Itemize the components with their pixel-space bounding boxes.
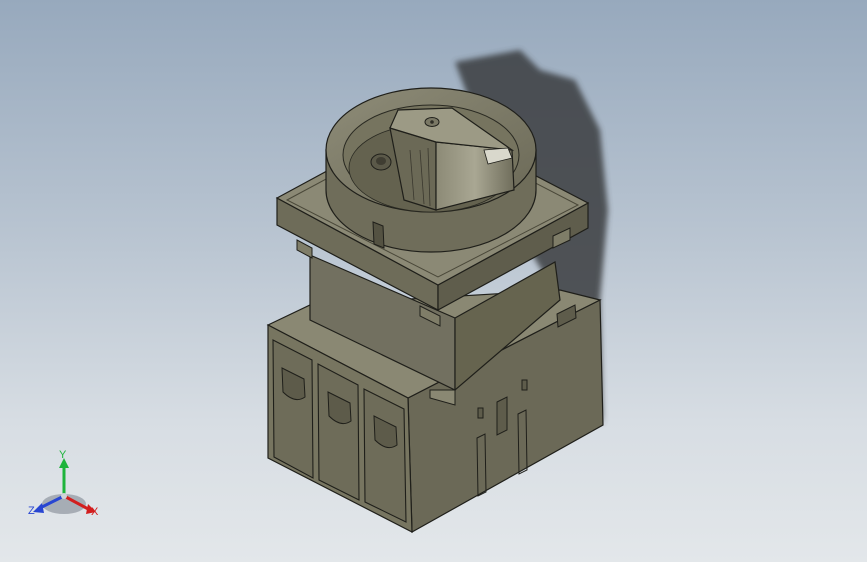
dial-screw-hole-inner	[376, 157, 386, 165]
orientation-triad[interactable]: X Y Z	[22, 446, 106, 526]
dial-front-slot	[372, 221, 385, 249]
triad-z-label: Z	[28, 505, 35, 517]
triad-graphic: X Y Z	[28, 449, 99, 518]
3d-model-viewport[interactable]	[0, 0, 867, 562]
terminal-slot-3	[363, 388, 407, 523]
triad-y-label: Y	[59, 449, 67, 461]
terminal-slot-2	[317, 363, 360, 501]
triad-x-label: X	[91, 506, 99, 518]
terminal-slot-1	[272, 339, 314, 479]
triad-origin	[61, 493, 67, 499]
cad-scene	[266, 50, 608, 534]
knob-center-screw-hole	[430, 120, 434, 124]
